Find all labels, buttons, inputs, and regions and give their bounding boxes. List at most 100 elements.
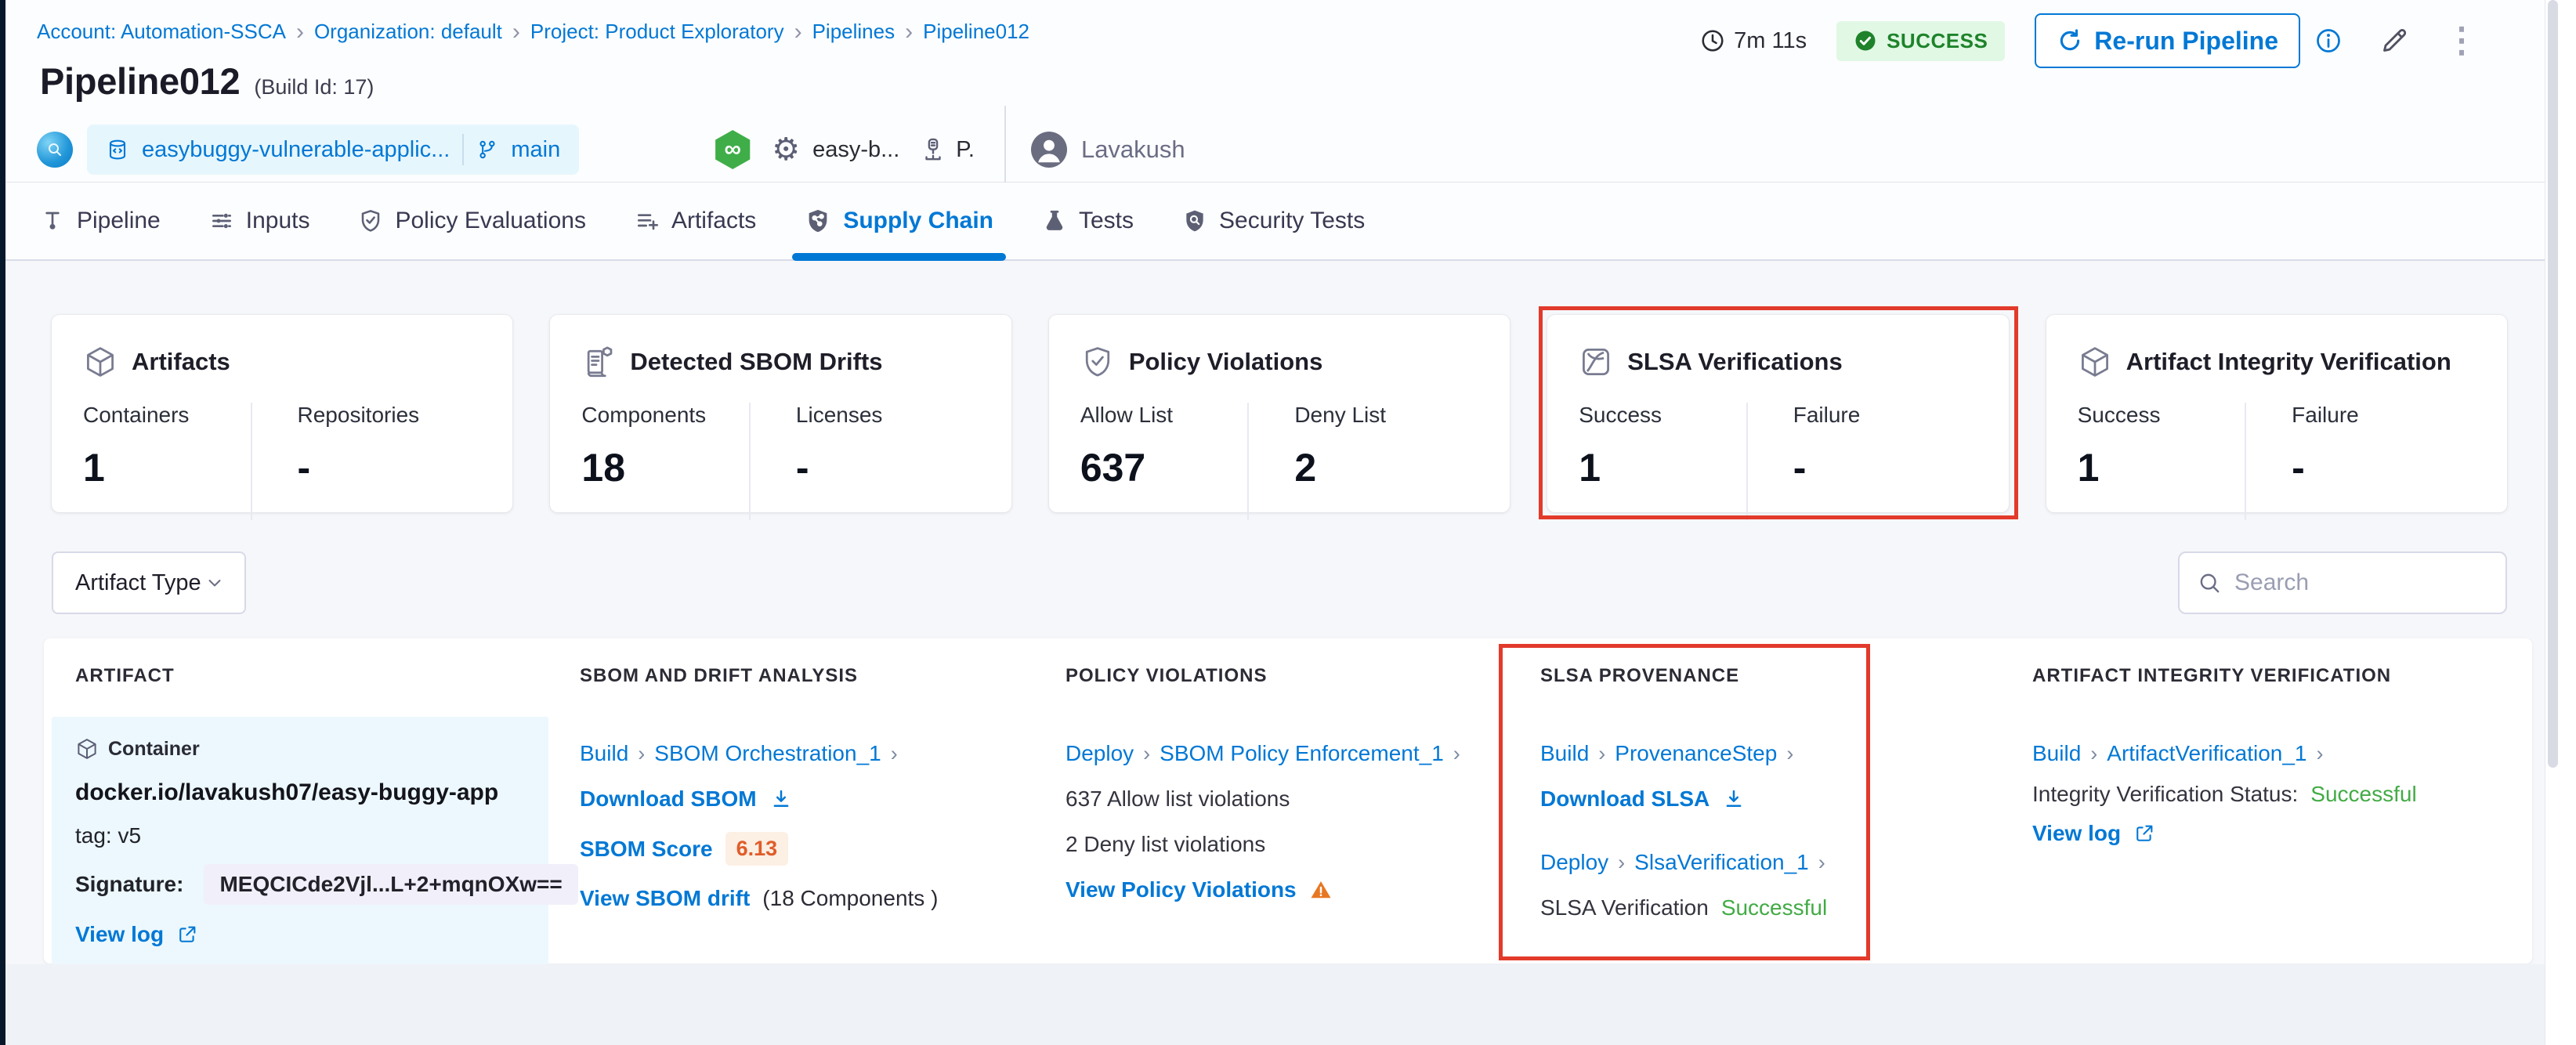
scrollbar[interactable] bbox=[2545, 0, 2576, 1045]
gear-icon: ⚙ bbox=[772, 132, 801, 167]
execution-duration: 7m 11s bbox=[1700, 28, 1807, 54]
external-link-icon bbox=[2133, 823, 2155, 844]
trigger-abbrev: P. bbox=[956, 136, 975, 162]
download-sbom-link[interactable]: Download SBOM bbox=[580, 786, 757, 812]
slsa-status-label: SLSA Verification bbox=[1540, 895, 1709, 920]
pipeline-execution-page: Account: Automation-SSCA › Organization:… bbox=[0, 0, 2576, 1045]
chevron-right-icon: › bbox=[1598, 742, 1606, 765]
policy-step-link[interactable]: SBOM Policy Enforcement_1 bbox=[1160, 741, 1444, 766]
integrity-step-link[interactable]: ArtifactVerification_1 bbox=[2107, 741, 2306, 766]
collapsed-sidenav-edge bbox=[0, 0, 5, 1045]
metric-label: Success bbox=[1579, 403, 1662, 427]
policy-cell: Deploy › SBOM Policy Enforcement_1 › 637… bbox=[1034, 717, 1509, 967]
table-header-row: Artifact SBOM and Drift Analysis Policy … bbox=[44, 638, 2532, 687]
artifact-tag: tag: v5 bbox=[75, 823, 142, 848]
metric-label: Containers bbox=[83, 403, 190, 427]
sbom-step-link[interactable]: SBOM Orchestration_1 bbox=[654, 741, 881, 766]
repo-link[interactable]: easybuggy-vulnerable-applic... bbox=[142, 137, 450, 163]
execution-meta-row: easybuggy-vulnerable-applic... main ∞ ⚙ … bbox=[37, 106, 1185, 193]
breadcrumb-pipeline012[interactable]: Pipeline012 bbox=[923, 20, 1029, 44]
metric-value: - bbox=[795, 446, 809, 490]
metric-label: Components bbox=[581, 403, 707, 427]
more-options-button[interactable]: ⋮ bbox=[2444, 24, 2479, 58]
view-policy-violations-link[interactable]: View Policy Violations bbox=[1065, 877, 1297, 902]
pill-divider bbox=[462, 134, 465, 165]
pipeline-icon bbox=[40, 208, 65, 233]
duration-text: 7m 11s bbox=[1734, 27, 1807, 53]
rerun-pipeline-button[interactable]: Re-run Pipeline bbox=[2035, 13, 2300, 68]
breadcrumb-organization[interactable]: Organization: default bbox=[314, 20, 502, 44]
tab-security-tests[interactable]: Security Tests bbox=[1182, 183, 1365, 259]
metric-label: Repositories bbox=[297, 403, 420, 427]
view-log-link[interactable]: View log bbox=[75, 922, 164, 947]
tab-pipeline[interactable]: Pipeline bbox=[40, 183, 161, 259]
title-row: Pipeline012 (Build Id: 17) bbox=[40, 60, 374, 103]
cube-icon bbox=[83, 345, 118, 379]
slsa-stage2-link[interactable]: Deploy bbox=[1540, 850, 1608, 875]
clock-icon bbox=[1700, 28, 1725, 53]
slsa-stage1-link[interactable]: Build bbox=[1540, 741, 1589, 766]
sbom-scroll-icon bbox=[581, 345, 616, 379]
metric-value: 1 bbox=[2077, 446, 2100, 490]
branch-link[interactable]: main bbox=[511, 137, 560, 163]
card-sbom-drifts: Detected SBOM Drifts Components 18 Licens… bbox=[550, 315, 1011, 520]
tab-supply-chain[interactable]: Supply Chain bbox=[792, 183, 1006, 261]
header-actions: 7m 11s SUCCESS Re-run Pipeline ⋮ bbox=[1700, 11, 2479, 71]
tab-inputs[interactable]: Inputs bbox=[209, 183, 309, 259]
metric-label: Success bbox=[2077, 403, 2161, 427]
column-header-policy: Policy Violations bbox=[1065, 665, 1268, 686]
metric-value: 1 bbox=[1579, 446, 1601, 490]
edit-pipeline-button[interactable] bbox=[2379, 25, 2410, 56]
view-sbom-drift-link[interactable]: View SBOM drift bbox=[580, 886, 750, 911]
chevron-right-icon: › bbox=[2316, 742, 2324, 765]
execution-info-button[interactable] bbox=[2314, 27, 2343, 55]
slsa-step1-link[interactable]: ProvenanceStep bbox=[1615, 741, 1777, 766]
status-text: SUCCESS bbox=[1887, 28, 1988, 52]
cube-icon bbox=[2078, 345, 2112, 379]
integrity-stage-link[interactable]: Build bbox=[2032, 741, 2081, 766]
container-cube-icon bbox=[75, 737, 99, 761]
slsa-status-value: Successful bbox=[1720, 895, 1828, 920]
external-link-icon bbox=[176, 924, 198, 946]
deny-list-violations: 2 Deny list violations bbox=[1065, 832, 1266, 856]
breadcrumb-pipelines[interactable]: Pipelines bbox=[812, 20, 895, 44]
artifacts-table: Artifact SBOM and Drift Analysis Policy … bbox=[44, 638, 2532, 967]
chevron-right-icon: › bbox=[638, 742, 646, 765]
tab-label: Pipeline bbox=[77, 208, 161, 233]
metric-value: - bbox=[297, 446, 311, 490]
download-slsa-link[interactable]: Download SLSA bbox=[1540, 786, 1709, 812]
breadcrumb-project[interactable]: Project: Product Exploratory bbox=[530, 20, 784, 44]
slsa-step2-link[interactable]: SlsaVerification_1 bbox=[1634, 850, 1809, 875]
card-artifacts: Artifacts Containers 1 Repositories - bbox=[52, 315, 513, 520]
search-icon bbox=[2197, 570, 2222, 595]
chevron-right-icon: › bbox=[1453, 742, 1460, 765]
metric-value: 2 bbox=[1294, 446, 1317, 490]
signature-value[interactable]: MEQCICde2Vjl...L+2+mqnOXw== bbox=[204, 864, 578, 905]
tab-tests[interactable]: Tests bbox=[1042, 183, 1134, 259]
sbom-score-link[interactable]: SBOM Score bbox=[580, 837, 713, 862]
sbom-stage-link[interactable]: Build bbox=[580, 741, 628, 766]
search-input[interactable] bbox=[2234, 570, 2537, 596]
rerun-label: Re-run Pipeline bbox=[2094, 26, 2278, 55]
card-title: Artifacts bbox=[132, 348, 230, 375]
column-header-sbom: SBOM and Drift Analysis bbox=[580, 665, 859, 686]
chevron-right-icon: › bbox=[905, 19, 914, 45]
user-name: Lavakush bbox=[1080, 136, 1185, 163]
tab-artifacts[interactable]: Artifacts bbox=[635, 183, 756, 259]
chevron-right-icon: › bbox=[295, 19, 304, 45]
card-title: SLSA Verifications bbox=[1627, 348, 1843, 375]
breadcrumb-account[interactable]: Account: Automation-SSCA bbox=[37, 20, 286, 44]
delegate-icon bbox=[920, 136, 946, 163]
card-title: Artifact Integrity Verification bbox=[2126, 348, 2451, 375]
check-circle-icon bbox=[1854, 29, 1877, 52]
chevron-right-icon: › bbox=[512, 19, 520, 45]
tab-policy-evaluations[interactable]: Policy Evaluations bbox=[358, 183, 586, 259]
tab-label: Policy Evaluations bbox=[395, 208, 586, 233]
scrollbar-thumb[interactable] bbox=[2548, 0, 2558, 768]
artifact-type-select[interactable]: Artifact Type bbox=[52, 551, 246, 614]
flask-icon bbox=[1042, 208, 1067, 233]
view-log-link[interactable]: View log bbox=[2032, 821, 2121, 846]
trigger-status-hexagon-icon: ∞ bbox=[715, 130, 751, 169]
page-title: Pipeline012 bbox=[40, 60, 241, 102]
policy-stage-link[interactable]: Deploy bbox=[1065, 741, 1134, 766]
